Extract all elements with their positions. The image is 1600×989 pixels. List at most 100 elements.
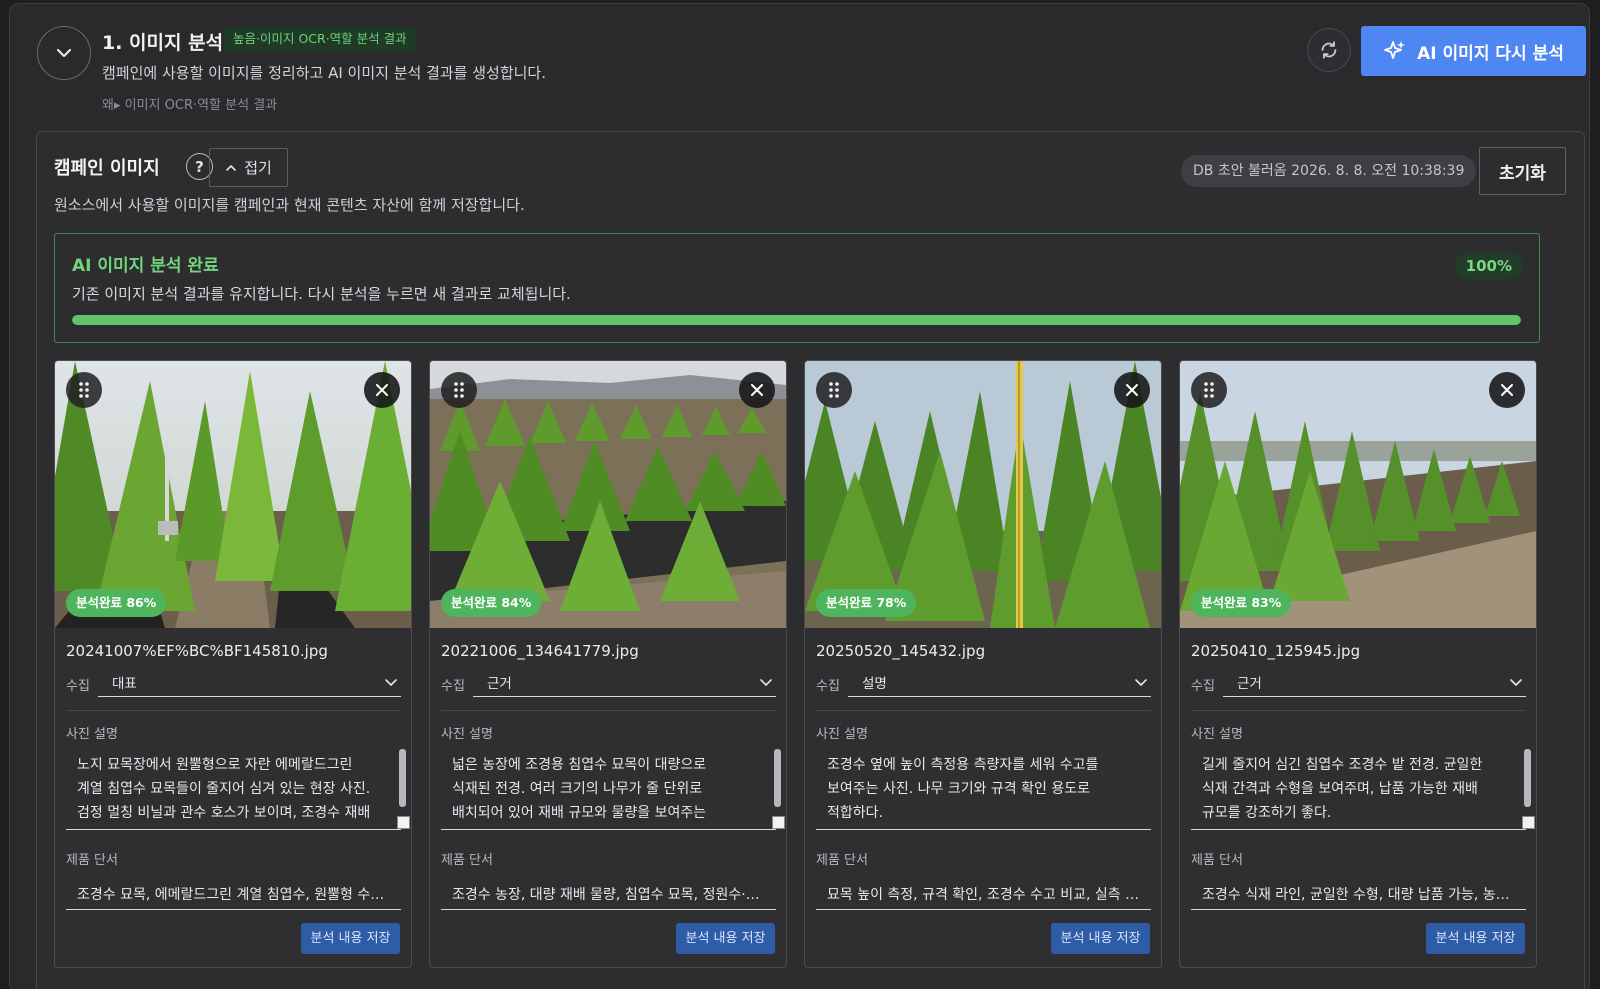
product-clue-input[interactable]: 조경수 농장, 대량 재배 물량, 침엽수 묘목, 정원수·울타리 (441, 876, 776, 910)
chevron-up-icon (226, 164, 236, 171)
analysis-percent-badge: 100% (1454, 253, 1523, 279)
role-label: 수집 (66, 679, 90, 694)
analysis-progress-bar (72, 315, 1521, 325)
photo-description-textarea[interactable]: 조경수 옆에 높이 측정용 측량자를 세워 수고를 보여주는 사진. 나무 크기… (816, 745, 1151, 830)
sparkle-icon (1384, 41, 1406, 59)
nursery-photo-1 (55, 361, 411, 628)
resize-handle-icon[interactable] (397, 816, 410, 829)
analysis-status-badge: 분석완료 84% (441, 589, 542, 617)
analysis-complete-description: 기존 이미지 분석 결과를 유지합니다. 다시 분석을 누르면 새 결과로 교체… (72, 285, 571, 303)
close-icon (1501, 384, 1513, 396)
why-toggle[interactable]: 왜▸ 이미지 OCR·역할 분석 결과 (102, 94, 277, 113)
image-card: 분석완료 83% 20250410_125945.jpg 수집 근거 사진 설명… (1179, 360, 1537, 968)
close-icon (1126, 384, 1138, 396)
image-card: 분석완료 86% 20241007%EF%BC%BF145810.jpg 수집 … (54, 360, 412, 968)
remove-image-button[interactable] (1489, 372, 1525, 408)
role-value: 설명 (862, 675, 887, 692)
photo-description-label: 사진 설명 (66, 727, 118, 742)
drag-handle-icon[interactable] (816, 372, 852, 408)
refresh-icon (1321, 41, 1337, 59)
remove-image-button[interactable] (739, 372, 775, 408)
resize-handle-icon[interactable] (772, 816, 785, 829)
product-clue-label: 제품 단서 (816, 853, 868, 868)
close-icon (376, 384, 388, 396)
nursery-photo-3 (805, 361, 1161, 628)
divider (816, 710, 1151, 711)
chevron-down-icon (56, 48, 72, 58)
campaign-description: 원소스에서 사용할 이미지를 캠페인과 현재 콘텐츠 자산에 함께 저장합니다. (54, 196, 525, 214)
photo-description-textarea[interactable]: 노지 묘목장에서 원뿔형으로 자란 에메랄드그린 계열 침엽수 묘목들이 줄지어… (66, 745, 401, 830)
photo-description-textarea[interactable]: 길게 줄지어 심긴 침엽수 조경수 밭 전경. 균일한 식재 간격과 수형을 보… (1191, 745, 1526, 830)
divider (66, 710, 401, 711)
role-value: 근거 (487, 675, 512, 692)
drag-handle-icon[interactable] (66, 372, 102, 408)
step-title: 1. 이미지 분석 (102, 32, 224, 54)
drag-handle-icon[interactable] (441, 372, 477, 408)
collapse-section-button[interactable] (37, 26, 91, 80)
reset-button[interactable]: 초기화 (1479, 147, 1566, 195)
campaign-title: 캠페인 이미지 (54, 158, 160, 179)
step-description: 캠페인에 사용할 이미지를 정리하고 AI 이미지 분석 결과를 생성합니다. (102, 64, 547, 82)
product-clue-label: 제품 단서 (66, 853, 118, 868)
analysis-status-badge: 분석완료 78% (816, 589, 917, 617)
drag-handle-icon[interactable] (1191, 372, 1227, 408)
close-icon (751, 384, 763, 396)
chevron-down-icon (1135, 679, 1147, 686)
divider (1191, 710, 1526, 711)
product-clue-label: 제품 단서 (441, 853, 493, 868)
product-clue-input[interactable]: 조경수 식재 라인, 균일한 수형, 대량 납품 가능, 농장 전경 (1191, 876, 1526, 910)
save-analysis-button[interactable]: 분석 내용 저장 (1051, 923, 1150, 954)
save-analysis-button[interactable]: 분석 내용 저장 (301, 923, 400, 954)
nursery-photo-4 (1180, 361, 1536, 628)
analysis-status-badge: 분석완료 86% (66, 589, 167, 617)
image-analysis-panel: 1. 이미지 분석 높음·이미지 OCR·역할 분석 결과 캠페인에 사용할 이… (9, 3, 1590, 989)
image-filename: 20250410_125945.jpg (1191, 642, 1361, 660)
photo-description-label: 사진 설명 (441, 727, 493, 742)
product-clue-input[interactable]: 묘목 높이 측정, 규격 확인, 조경수 수고 비교, 실측 사진 (816, 876, 1151, 910)
product-clue-label: 제품 단서 (1191, 853, 1243, 868)
role-select[interactable]: 대표 (98, 667, 401, 697)
role-label: 수집 (1191, 679, 1215, 694)
save-analysis-button[interactable]: 분석 내용 저장 (676, 923, 775, 954)
textarea-scrollbar[interactable] (399, 749, 406, 807)
analysis-complete-title: AI 이미지 분석 완료 (72, 256, 219, 276)
fold-button[interactable]: 접기 (209, 148, 288, 187)
role-label: 수집 (441, 679, 465, 694)
textarea-scrollbar[interactable] (1524, 749, 1531, 807)
image-filename: 20241007%EF%BC%BF145810.jpg (66, 642, 328, 660)
save-analysis-button[interactable]: 분석 내용 저장 (1426, 923, 1525, 954)
textarea-scrollbar[interactable] (774, 749, 781, 807)
chevron-down-icon (760, 679, 772, 686)
photo-description-textarea[interactable]: 넓은 농장에 조경용 침엽수 묘목이 대량으로 식재된 전경. 여러 크기의 나… (441, 745, 776, 830)
role-select[interactable]: 근거 (473, 667, 776, 697)
image-card: 분석완료 84% 20221006_134641779.jpg 수집 근거 사진… (429, 360, 787, 968)
analysis-status-badge: 분석완료 83% (1191, 589, 1292, 617)
db-status-badge: DB 초안 불러옴 2026. 8. 8. 오전 10:38:39 (1181, 155, 1477, 187)
analysis-complete-box: AI 이미지 분석 완료 기존 이미지 분석 결과를 유지합니다. 다시 분석을… (54, 233, 1540, 343)
divider (441, 710, 776, 711)
role-select[interactable]: 근거 (1223, 667, 1526, 697)
role-value: 대표 (112, 675, 137, 692)
remove-image-button[interactable] (364, 372, 400, 408)
role-value: 근거 (1237, 675, 1262, 692)
chevron-down-icon (385, 679, 397, 686)
product-clue-input[interactable]: 조경수 묘목, 에메랄드그린 계열 침엽수, 원뿔형 수형, 노지 재배 (66, 876, 401, 910)
remove-image-button[interactable] (1114, 372, 1150, 408)
photo-description-label: 사진 설명 (816, 727, 868, 742)
analysis-progress-fill (72, 315, 1521, 325)
role-label: 수집 (816, 679, 840, 694)
image-filename: 20250520_145432.jpg (816, 642, 986, 660)
role-select[interactable]: 설명 (848, 667, 1151, 697)
step-badge: 높음·이미지 OCR·역할 분석 결과 (224, 27, 416, 51)
ai-reanalyze-label: AI 이미지 다시 분석 (1417, 43, 1564, 64)
nursery-photo-2 (430, 361, 786, 628)
image-filename: 20221006_134641779.jpg (441, 642, 639, 660)
chevron-down-icon (1510, 679, 1522, 686)
refresh-button[interactable] (1307, 28, 1351, 72)
campaign-images-section: 캠페인 이미지 ? 접기 원소스에서 사용할 이미지를 캠페인과 현재 콘텐츠 … (36, 131, 1585, 989)
fold-label: 접기 (244, 159, 272, 177)
resize-handle-icon[interactable] (1522, 816, 1535, 829)
image-card: 분석완료 78% 20250520_145432.jpg 수집 설명 사진 설명… (804, 360, 1162, 968)
photo-description-label: 사진 설명 (1191, 727, 1243, 742)
ai-reanalyze-button[interactable]: AI 이미지 다시 분석 (1361, 26, 1586, 76)
